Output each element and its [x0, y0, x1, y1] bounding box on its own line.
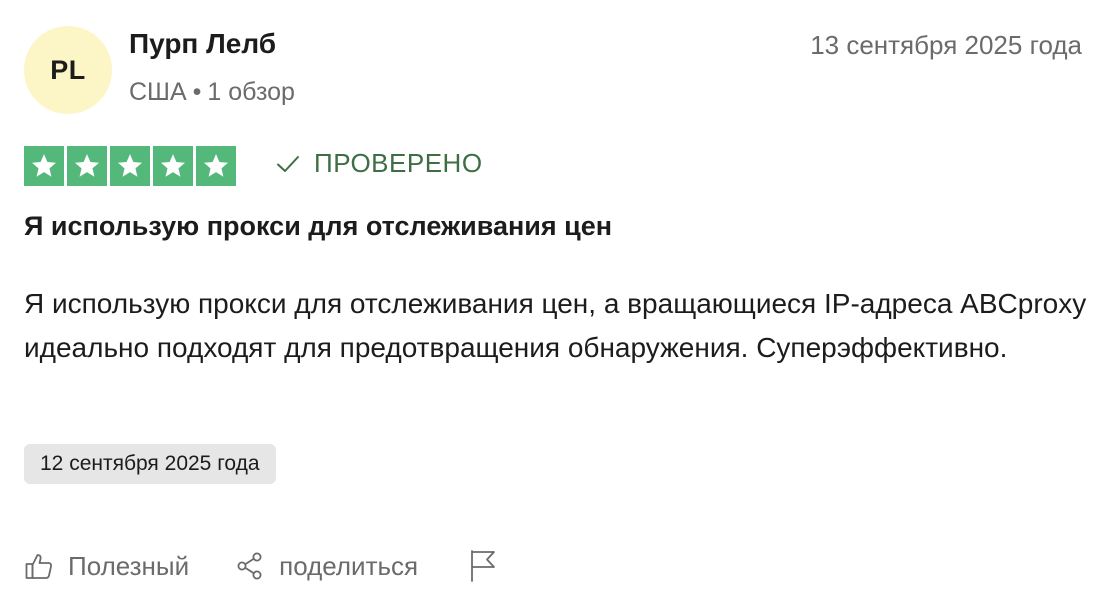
experience-date-chip: 12 сентября 2025 года — [24, 444, 276, 484]
checkmark-icon — [276, 155, 300, 173]
flag-icon — [468, 549, 498, 583]
reviewer-review-count: 1 обзор — [207, 78, 295, 106]
share-button[interactable]: поделиться — [235, 551, 418, 582]
reviewer-name[interactable]: Пурп Лелб — [129, 28, 276, 60]
avatar-initials: PL — [50, 54, 86, 85]
verified-label: ПРОВЕРЕНО — [314, 148, 483, 178]
review-card: PL Пурп Лелб США • 1 обзор 13 сентября 202… — [0, 0, 1110, 612]
reviewer-meta: США • 1 обзор — [129, 78, 295, 107]
star-icon — [67, 146, 107, 186]
share-icon — [235, 551, 265, 581]
star-icon — [196, 146, 236, 186]
verified-badge[interactable]: ПРОВЕРЕНО — [276, 148, 483, 179]
share-label: поделиться — [279, 550, 419, 581]
star-icon — [153, 146, 193, 186]
report-button[interactable] — [468, 549, 498, 583]
useful-label: Полезный — [68, 550, 190, 581]
review-title: Я использую прокси для отслеживания цен — [24, 211, 613, 241]
review-date: 13 сентября 2025 года — [810, 30, 1082, 60]
star-icon — [110, 146, 150, 186]
useful-button[interactable]: Полезный — [24, 551, 189, 582]
thumbs-up-icon — [24, 551, 54, 581]
experience-date: 12 сентября 2025 года — [40, 452, 260, 475]
review-body: Я использую прокси для отслеживания цен,… — [24, 288, 1087, 363]
reviewer-country: США — [129, 78, 187, 106]
avatar[interactable]: PL — [24, 26, 112, 114]
review-actions: Полезный поделиться — [24, 546, 498, 586]
star-icon — [24, 146, 64, 186]
meta-separator: • — [192, 78, 202, 106]
star-rating — [24, 146, 236, 186]
